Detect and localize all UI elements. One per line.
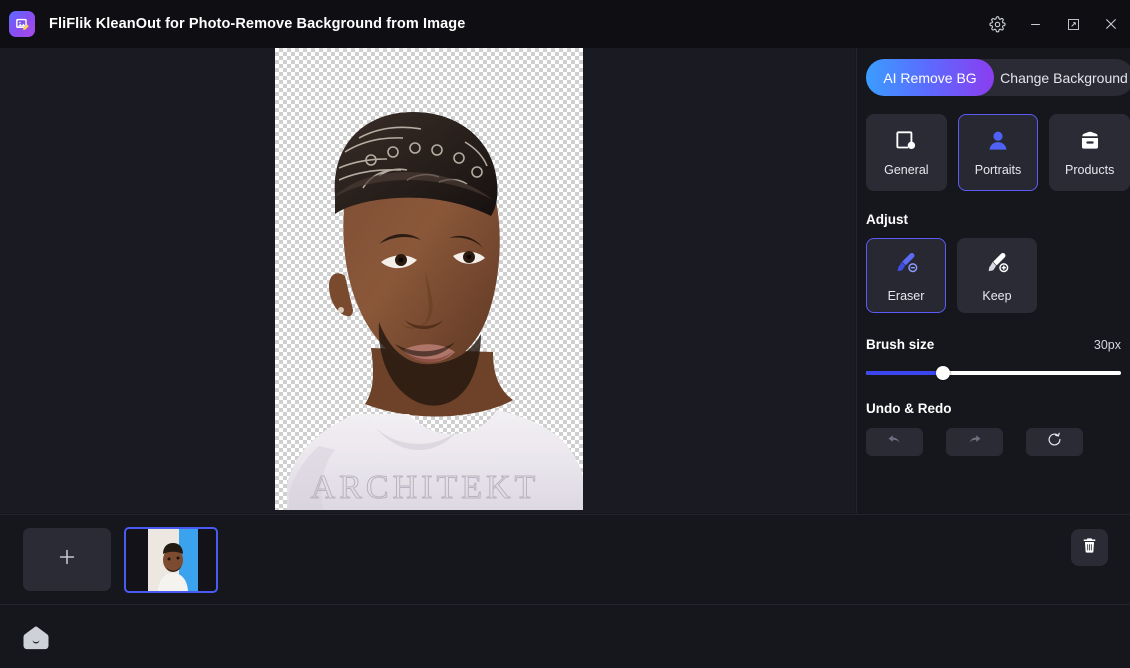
application-window: FliFlik KleanOut for Photo-Remove Backgr… xyxy=(0,0,1130,668)
box-product-icon xyxy=(1077,128,1103,154)
canvas-area[interactable]: ARCHITEKT xyxy=(0,48,855,513)
subject-mode-group: General Portraits xyxy=(866,114,1130,191)
undo-button[interactable] xyxy=(866,428,923,456)
undo-arrow-icon xyxy=(886,431,903,453)
thumbnail-image xyxy=(148,529,198,591)
adjust-label-eraser: Eraser xyxy=(888,289,925,303)
canvas-image-container[interactable]: ARCHITEKT xyxy=(275,48,583,510)
page-title: FliFlik KleanOut for Photo-Remove Backgr… xyxy=(49,16,465,32)
home-icon[interactable] xyxy=(21,625,51,651)
person-portrait-icon xyxy=(985,128,1011,154)
brush-size-label: Brush size xyxy=(866,337,934,352)
image-crop-icon xyxy=(893,128,919,154)
slider-thumb[interactable] xyxy=(936,366,950,380)
restore-window-icon[interactable] xyxy=(1054,0,1092,48)
redo-arrow-icon xyxy=(966,431,983,453)
brush-size-slider[interactable] xyxy=(866,366,1121,380)
thumbnail-strip xyxy=(0,514,1130,605)
reset-button[interactable] xyxy=(1026,428,1083,456)
redo-button[interactable] xyxy=(946,428,1003,456)
mode-label-general: General xyxy=(884,163,928,177)
adjust-tool-eraser[interactable]: Eraser xyxy=(866,238,946,313)
history-button-group xyxy=(866,428,1130,456)
close-icon[interactable] xyxy=(1092,0,1130,48)
history-section-title: Undo & Redo xyxy=(866,401,1130,416)
plus-icon xyxy=(56,546,78,573)
thumbnail-item[interactable] xyxy=(124,527,218,593)
minimize-icon[interactable] xyxy=(1016,0,1054,48)
title-bar: FliFlik KleanOut for Photo-Remove Backgr… xyxy=(0,0,1130,48)
brush-plus-icon xyxy=(984,249,1011,281)
adjust-section-title: Adjust xyxy=(866,212,1130,227)
adjust-tool-group: Eraser Keep xyxy=(866,238,1130,313)
mode-card-portraits[interactable]: Portraits xyxy=(958,114,1039,191)
tab-change-background[interactable]: Change Background xyxy=(994,59,1130,96)
brush-size-header: Brush size 30px xyxy=(866,337,1121,352)
gear-icon[interactable] xyxy=(978,0,1016,48)
footer-bar: Export All Export xyxy=(0,606,1130,668)
svg-text:ARCHITEKT: ARCHITEKT xyxy=(311,469,540,506)
window-controls xyxy=(978,0,1130,48)
tools-panel: AI Remove BG Change Background General xyxy=(856,48,1130,513)
mode-label-portraits: Portraits xyxy=(975,163,1022,177)
add-image-button[interactable] xyxy=(23,528,111,591)
slider-fill xyxy=(866,371,943,375)
trash-icon xyxy=(1080,536,1099,560)
subject-photo: ARCHITEKT xyxy=(275,48,583,510)
brush-minus-icon xyxy=(893,249,920,281)
delete-image-button[interactable] xyxy=(1071,529,1108,566)
tab-ai-remove-bg[interactable]: AI Remove BG xyxy=(866,59,994,96)
app-photo-logo-icon xyxy=(9,11,35,37)
brush-size-value: 30px xyxy=(1094,338,1121,352)
adjust-label-keep: Keep xyxy=(982,289,1011,303)
mode-tab-group: AI Remove BG Change Background xyxy=(866,59,1130,96)
refresh-circle-icon xyxy=(1046,431,1063,453)
mode-card-general[interactable]: General xyxy=(866,114,947,191)
mode-card-products[interactable]: Products xyxy=(1049,114,1130,191)
mode-label-products: Products xyxy=(1065,163,1114,177)
adjust-tool-keep[interactable]: Keep xyxy=(957,238,1037,313)
